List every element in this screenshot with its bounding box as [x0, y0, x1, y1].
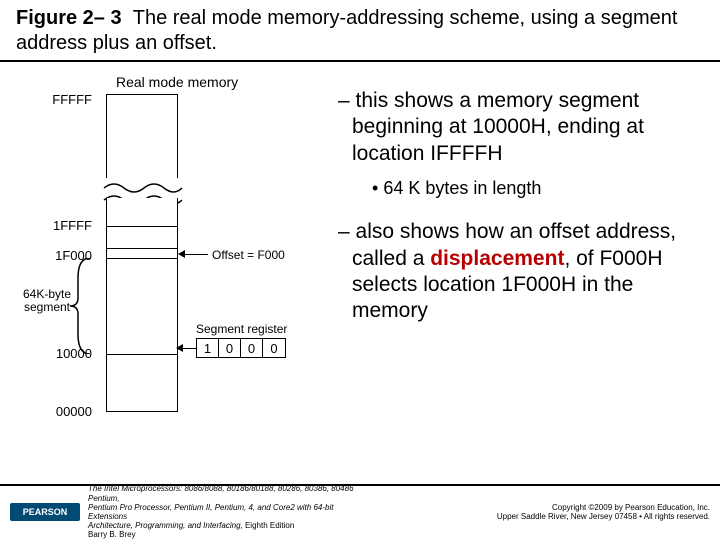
figure-number: Figure 2– 3	[16, 7, 122, 29]
note-1-sub: • 64 K bytes in length	[372, 177, 708, 200]
offset-line-2	[106, 258, 178, 259]
seg-digit-3: 0	[263, 339, 285, 357]
offset-label: Offset = F000	[212, 248, 285, 262]
segment-bottom-line	[106, 354, 178, 355]
seg-arrowhead-icon	[176, 344, 183, 352]
brace-icon	[70, 258, 94, 354]
figure-caption: Figure 2– 3 The real mode memory-address…	[0, 0, 720, 62]
seg-digit-2: 0	[241, 339, 263, 357]
diagram-title: Real mode memory	[116, 74, 238, 90]
note-1: – this shows a memory segment beginning …	[338, 88, 708, 167]
memory-lower-block	[106, 198, 178, 412]
seg-digit-0: 1	[197, 339, 219, 357]
pearson-logo: PEARSON	[10, 503, 80, 521]
copyright: Copyright ©2009 by Pearson Education, In…	[358, 503, 710, 521]
segment-top-line	[106, 226, 178, 227]
segment-register-label: Segment register	[196, 322, 287, 336]
memory-diagram: Real mode memory FFFFF 1FFFF 1F000 10000…	[12, 70, 332, 442]
book-citation: The Intel Microprocessors: 8086/8088, 80…	[88, 484, 358, 539]
arrowhead-icon	[178, 250, 185, 258]
notes-list: – this shows a memory segment beginning …	[332, 70, 708, 442]
memory-upper-block	[106, 94, 178, 186]
note-2: – also shows how an offset address, call…	[338, 219, 708, 324]
displacement-term: displacement	[430, 247, 564, 270]
addr-top: FFFFF	[38, 92, 92, 107]
footer: PEARSON The Intel Microprocessors: 8086/…	[0, 484, 720, 540]
addr-bottom: 00000	[38, 404, 92, 419]
segment-register-box: 1 0 0 0	[196, 338, 286, 358]
seg-digit-1: 0	[219, 339, 241, 357]
addr-seg-end: 1FFFF	[38, 218, 92, 233]
offset-line-1	[106, 248, 178, 249]
brace-label: 64K-byte segment	[22, 288, 72, 314]
